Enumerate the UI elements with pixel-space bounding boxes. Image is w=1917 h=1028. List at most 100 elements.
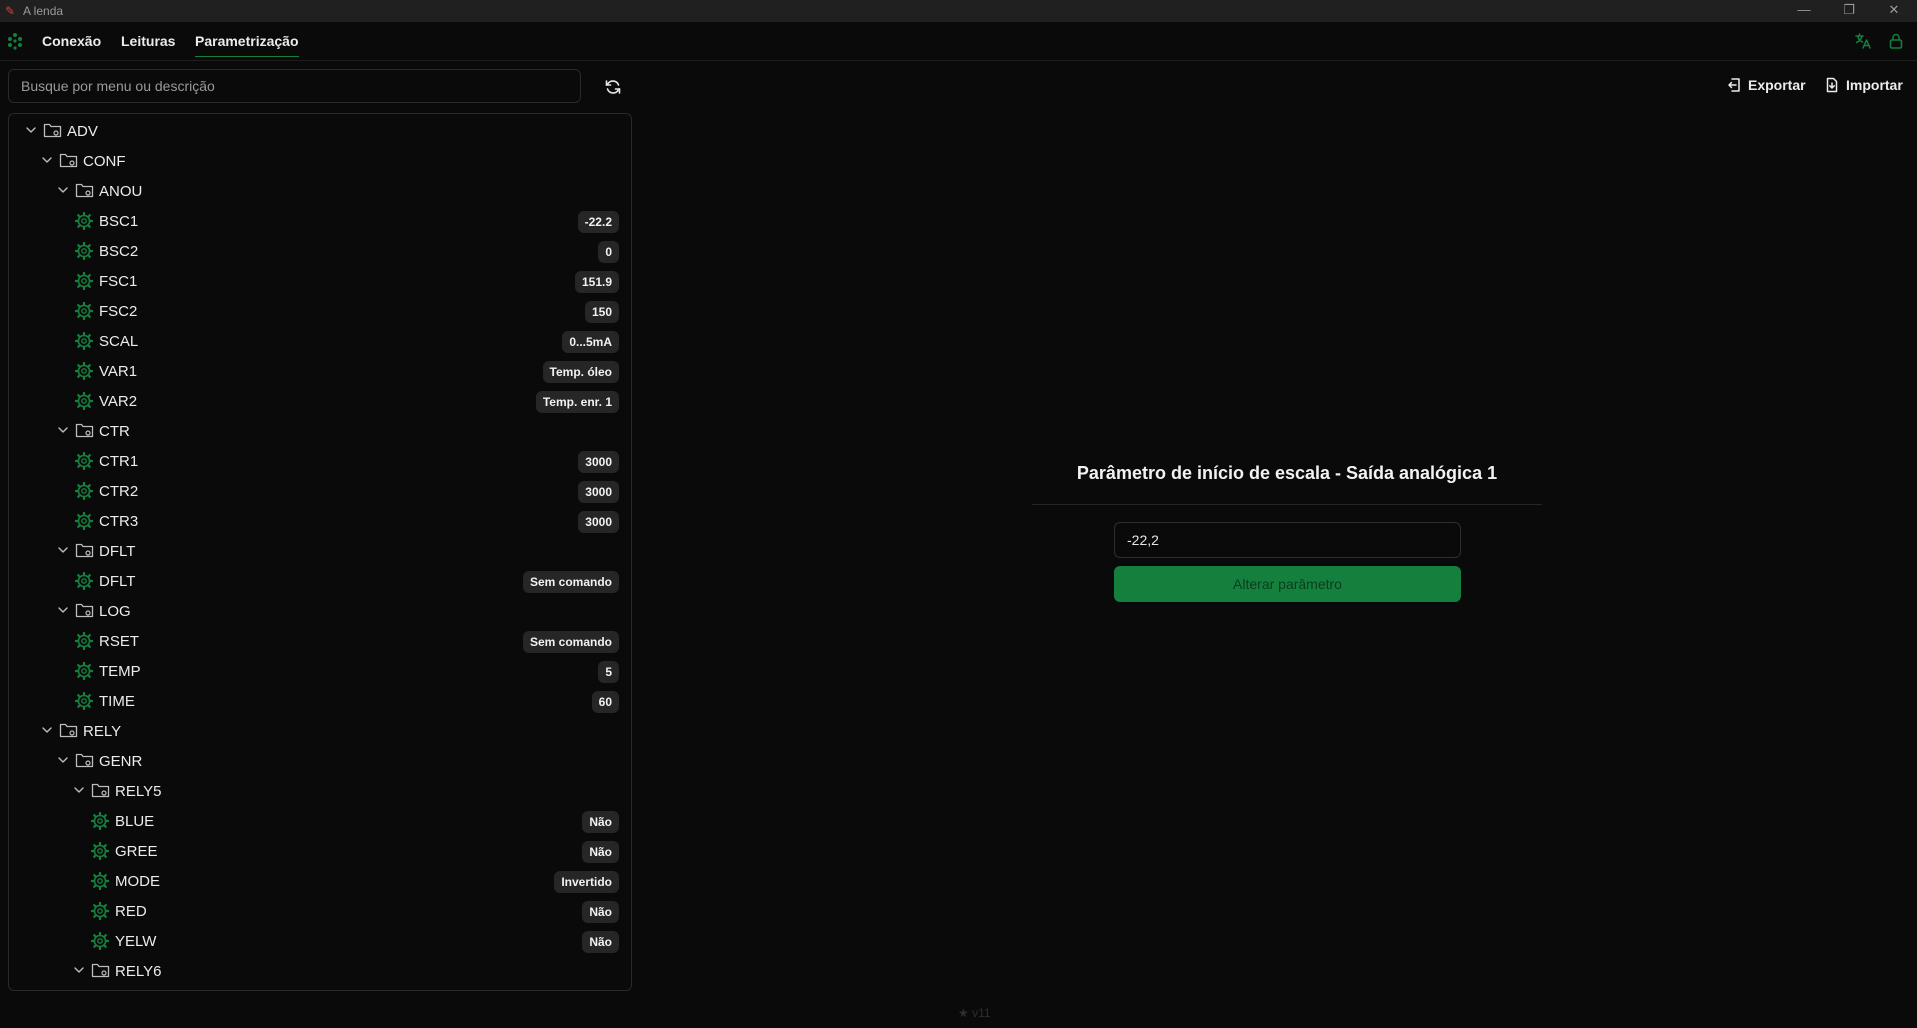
folder-icon [75,603,94,618]
tree-node-label: RED [115,903,147,920]
tree-node-label: CTR [99,423,130,440]
tree-node-label: CONF [83,153,126,170]
chevron-down-icon[interactable] [41,154,53,166]
app-icon: ✎ [5,4,16,18]
gear-icon [91,842,109,860]
tree-param-yelw[interactable]: YELW Não [9,926,631,956]
parameter-value-input[interactable] [1114,522,1461,558]
nav-tab-conexao[interactable]: Conexão [42,33,101,49]
tree-node-label: CTR2 [99,483,139,500]
chevron-down-icon[interactable] [73,784,85,796]
tree-folder-genr[interactable]: GENR [9,746,631,776]
tree-node-label: RELY [83,723,122,740]
tree-node-label: VAR1 [99,363,138,380]
export-button[interactable]: Exportar [1726,74,1806,96]
tree-param-gree[interactable]: GREE Não [9,836,631,866]
value-badge: Sem comando [522,631,619,653]
tree-param-blue[interactable]: BLUE Não [9,806,631,836]
gear-icon [75,572,93,590]
tree-node-label: MODE [115,873,160,890]
tree-node-label: VAR2 [99,393,138,410]
chevron-down-icon[interactable] [57,184,69,196]
value-badge: Não [582,841,619,863]
tree-node-label: DFLT [99,573,136,590]
tree-param-ctr1[interactable]: CTR1 3000 [9,446,631,476]
nav-tab-leituras[interactable]: Leituras [121,33,175,49]
folder-icon [75,753,94,768]
value-badge: Não [582,901,619,923]
tree-node-label: BSC1 [99,213,139,230]
gear-icon [75,302,93,320]
tree-folder-conf[interactable]: CONF [9,146,631,176]
tree-param-scal[interactable]: SCAL 0...5mA [9,326,631,356]
refresh-icon[interactable] [604,78,622,96]
tree-folder-rely[interactable]: RELY [9,716,631,746]
export-label: Exportar [1748,77,1806,93]
chevron-down-icon[interactable] [41,724,53,736]
value-badge: 3000 [578,481,619,503]
tree-node-label: CTR3 [99,513,139,530]
tree-folder-ctr[interactable]: CTR [9,416,631,446]
tree-folder-rely5[interactable]: RELY5 [9,776,631,806]
tree-param-bsc2[interactable]: BSC2 0 [9,236,631,266]
folder-icon [91,963,110,978]
gear-icon [75,362,93,380]
tree-node-label: TIME [99,693,135,710]
divider [1032,504,1542,505]
tree-node-label: BSC2 [99,243,139,260]
tree-node-label: GENR [99,753,143,770]
value-badge: Não [582,811,619,833]
window-title: A lenda [23,4,64,18]
tree-folder-dflt[interactable]: DFLT [9,536,631,566]
tree-param-rset[interactable]: RSET Sem comando [9,626,631,656]
chevron-down-icon[interactable] [57,754,69,766]
value-badge: 0...5mA [562,331,619,353]
tree-param-var2[interactable]: VAR2 Temp. enr. 1 [9,386,631,416]
translate-icon[interactable] [1854,32,1872,50]
lock-icon[interactable] [1887,32,1905,50]
close-icon[interactable]: ✕ [1871,0,1917,22]
tree-param-fsc2[interactable]: FSC2 150 [9,296,631,326]
tree-node-label: RELY5 [115,783,162,800]
tree-param-var1[interactable]: VAR1 Temp. óleo [9,356,631,386]
search-input[interactable] [8,69,581,103]
nav-tab-parametrizacao[interactable]: Parametrização [195,33,299,57]
tree-node-label: YELW [115,933,157,950]
tree-param-bsc1[interactable]: BSC1 -22.2 [9,206,631,236]
export-icon [1728,78,1740,92]
tree-param-red[interactable]: RED Não [9,896,631,926]
tree-node-label: ADV [67,123,98,140]
tree-param-time[interactable]: TIME 60 [9,686,631,716]
minimize-icon[interactable]: — [1781,0,1827,22]
tree-folder-rely6[interactable]: RELY6 [9,956,631,986]
chevron-down-icon[interactable] [57,604,69,616]
tree-folder-log[interactable]: LOG [9,596,631,626]
change-parameter-button[interactable]: Alterar parâmetro [1114,566,1461,602]
tree-param-temp[interactable]: TEMP 5 [9,656,631,686]
tree-param-dflt[interactable]: DFLT Sem comando [9,566,631,596]
import-button[interactable]: Importar [1824,74,1906,96]
logo-icon [8,33,22,50]
value-badge: -22.2 [577,211,619,233]
chevron-down-icon[interactable] [73,964,85,976]
tree-folder-adv[interactable]: ADV [9,116,631,146]
chevron-down-icon[interactable] [25,124,37,136]
gear-icon [75,332,93,350]
gear-icon [75,692,93,710]
tree-param-ctr2[interactable]: CTR2 3000 [9,476,631,506]
restore-icon[interactable]: ❐ [1826,0,1872,22]
gear-icon [91,812,109,830]
tree-node-label: SCAL [99,333,139,350]
gear-icon [75,392,93,410]
folder-icon [75,543,94,558]
tree-param-ctr3[interactable]: CTR3 3000 [9,506,631,536]
chevron-down-icon[interactable] [57,544,69,556]
tree-param-mode[interactable]: MODE Invertido [9,866,631,896]
version-label: ★ v11 [958,1006,991,1020]
tree-param-fsc1[interactable]: FSC1 151.9 [9,266,631,296]
chevron-down-icon[interactable] [57,424,69,436]
tree-folder-anou[interactable]: ANOU [9,176,631,206]
gear-icon [75,482,93,500]
tree-node-label: BLUE [115,813,155,830]
title-bar: ✎ A lenda — ❐ ✕ [0,0,1917,22]
